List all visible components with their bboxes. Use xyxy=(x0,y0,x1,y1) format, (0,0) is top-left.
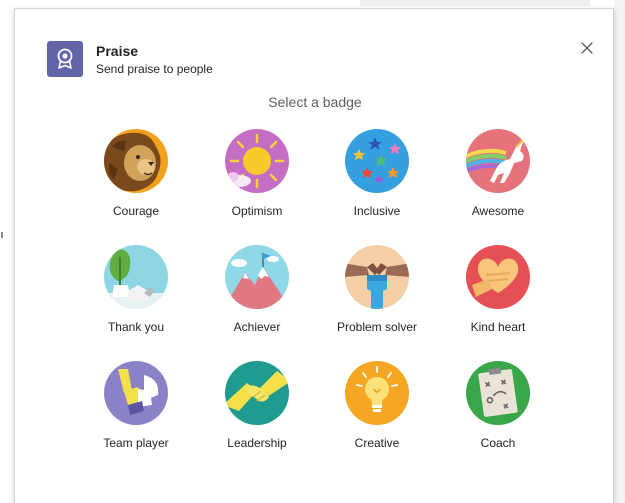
handshake-icon xyxy=(225,361,289,425)
badge-inclusive[interactable]: Inclusive xyxy=(322,129,432,229)
award-ribbon-icon xyxy=(47,41,83,77)
stars-icon xyxy=(345,129,409,193)
badge-label: Achiever xyxy=(233,320,281,334)
badge-problem-solver[interactable]: Problem solver xyxy=(322,245,432,345)
fist-icon xyxy=(345,245,409,309)
badge-achiever[interactable]: Achiever xyxy=(202,245,312,345)
lightbulb-icon xyxy=(345,361,409,425)
section-label: Select a badge xyxy=(268,94,362,110)
heart-hands-icon xyxy=(466,245,530,309)
badge-leadership[interactable]: Leadership xyxy=(202,361,312,461)
badge-label: Thank you xyxy=(107,320,165,334)
badge-label: Courage xyxy=(112,204,160,218)
close-button[interactable] xyxy=(576,37,598,59)
dialog-title: Praise xyxy=(96,43,139,59)
lion-icon xyxy=(104,129,168,193)
plant-icon xyxy=(104,245,168,309)
badge-label: Team player xyxy=(103,436,169,450)
badge-coach[interactable]: Coach xyxy=(443,361,553,461)
praise-dialog: Praise Send praise to people Select a ba… xyxy=(14,8,614,503)
unicorn-icon xyxy=(466,129,530,193)
badge-team-player[interactable]: Team player xyxy=(81,361,191,461)
badge-optimism[interactable]: Optimism xyxy=(202,129,312,229)
clipboard-icon xyxy=(466,361,530,425)
team-hands-icon xyxy=(104,361,168,425)
badge-label: Optimism xyxy=(231,204,283,218)
badge-label: Awesome xyxy=(471,204,525,218)
background-edge xyxy=(614,0,625,503)
badge-label: Coach xyxy=(480,436,516,450)
badge-label: Leadership xyxy=(227,436,287,450)
background-mark xyxy=(1,232,3,238)
badge-label: Kind heart xyxy=(470,320,526,334)
close-icon xyxy=(581,42,593,54)
badge-thank-you[interactable]: Thank you xyxy=(81,245,191,345)
badge-creative[interactable]: Creative xyxy=(322,361,432,461)
badge-courage[interactable]: Courage xyxy=(81,129,191,229)
badge-awesome[interactable]: Awesome xyxy=(443,129,553,229)
mountain-flag-icon xyxy=(225,245,289,309)
badge-label: Inclusive xyxy=(353,204,401,218)
background-content xyxy=(360,0,590,6)
badge-label: Creative xyxy=(354,436,400,450)
badge-kind-heart[interactable]: Kind heart xyxy=(443,245,553,345)
badge-label: Problem solver xyxy=(336,320,418,334)
sun-icon xyxy=(225,129,289,193)
dialog-subtitle: Send praise to people xyxy=(96,62,213,76)
